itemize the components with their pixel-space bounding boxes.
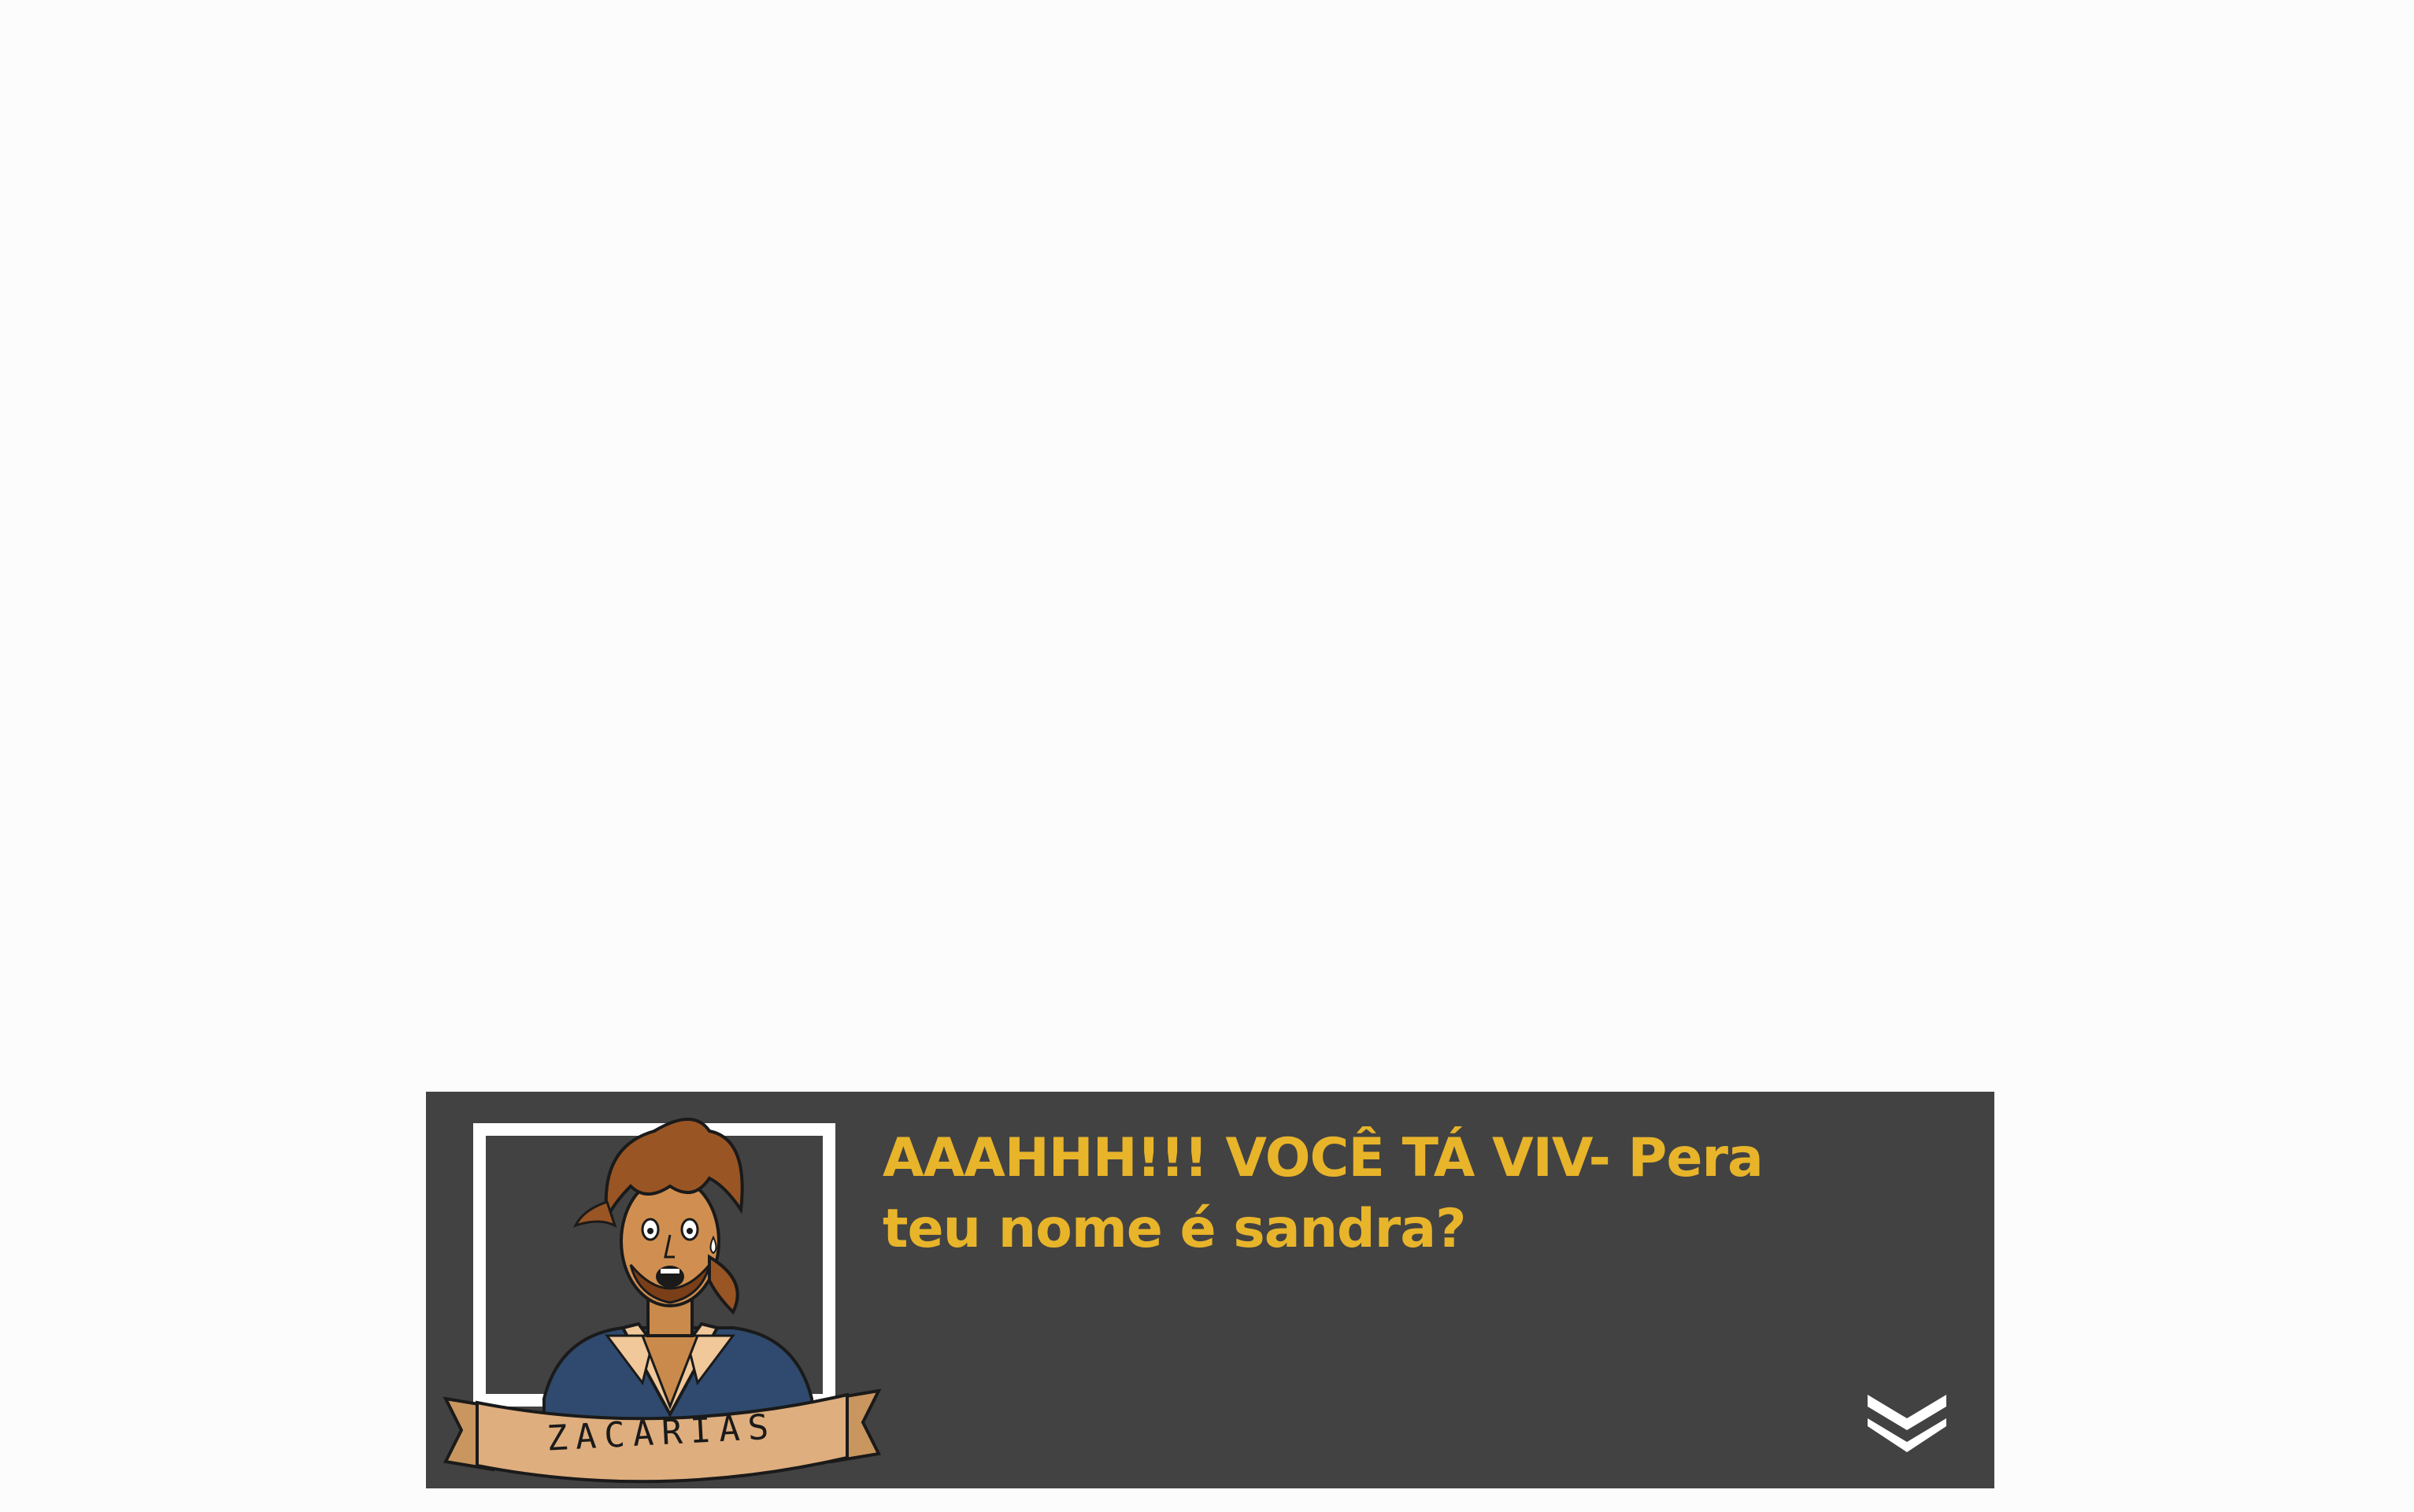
name-banner: ZACARIAS <box>442 1388 882 1484</box>
double-chevron-down-icon[interactable] <box>1864 1391 1950 1454</box>
dialog-box[interactable]: ZACARIAS AAAHHH!!! VOCÊ TÁ VIV- Pera teu… <box>426 1092 1994 1488</box>
dialog-text: AAAHHH!!! VOCÊ TÁ VIV- Pera teu nome é s… <box>883 1127 1781 1260</box>
